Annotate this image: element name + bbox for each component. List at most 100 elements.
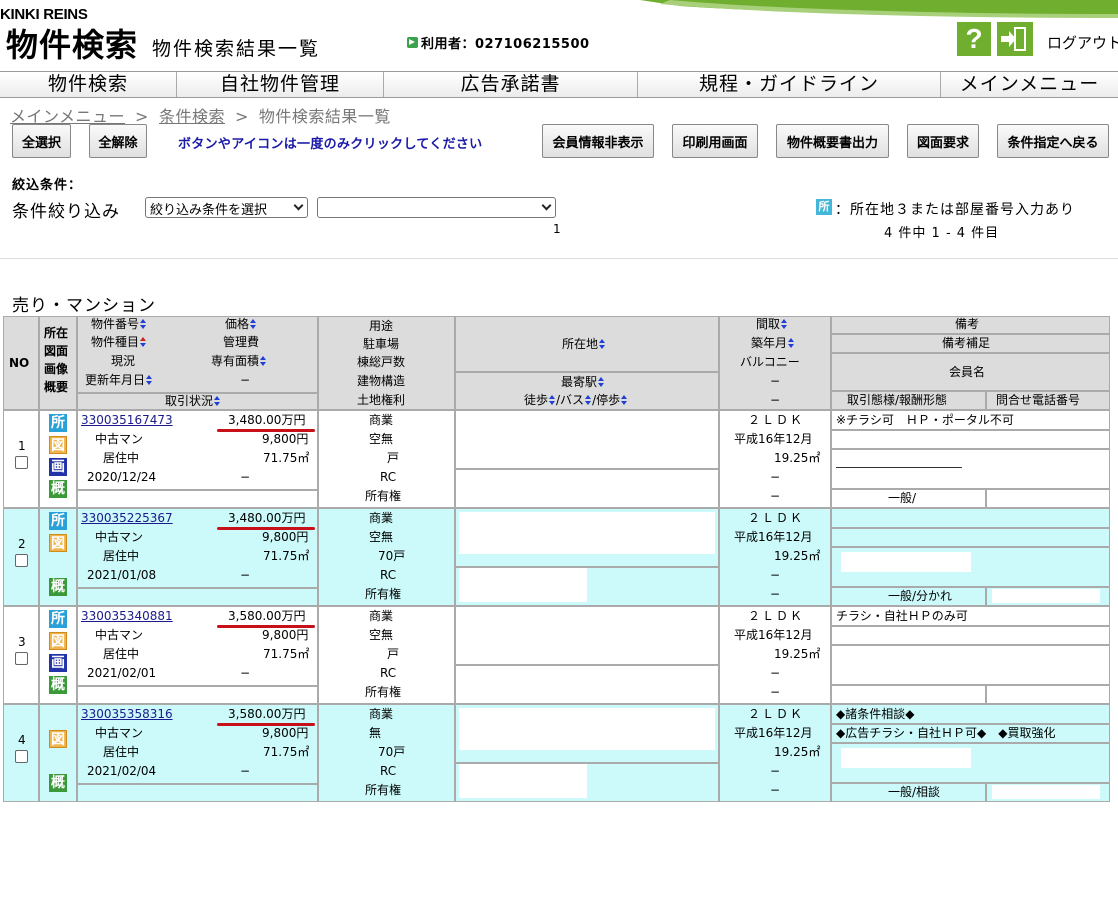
cell-transaction	[77, 588, 318, 606]
col-header-transaction-label[interactable]: 取引状況	[165, 393, 221, 409]
property-number-link[interactable]: 330035358316	[81, 706, 173, 722]
filter-value-select[interactable]	[317, 197, 556, 218]
sort-icon[interactable]	[146, 375, 153, 385]
built-date: 平成16年12月	[734, 628, 813, 642]
row-checkbox[interactable]	[15, 554, 28, 567]
result-count: 4 件中 1 - 4 件目	[884, 226, 1000, 241]
sort-icon[interactable]	[214, 396, 221, 406]
transaction-type: 一般/相談	[888, 785, 941, 799]
parking: 空無	[369, 432, 394, 446]
summary-icon[interactable]: 概	[49, 578, 67, 596]
col-header-no-label: NO	[9, 356, 30, 370]
col-header-layout[interactable]: 間取	[756, 316, 788, 332]
land-rights: 所有権	[365, 587, 402, 601]
col-header-address-label[interactable]: 所在地	[562, 336, 606, 352]
total-units: 戸	[387, 647, 400, 661]
sort-icon[interactable]	[260, 356, 267, 366]
col-header-walk[interactable]: 徒歩/バス/停歩	[524, 392, 628, 408]
sort-icon[interactable]	[781, 319, 788, 329]
building-use: 商業	[369, 511, 394, 525]
drawing-icon[interactable]: 図	[49, 436, 67, 454]
col-header-use: 用途	[369, 319, 394, 333]
col-header-remarks2-label: 備考補足	[942, 336, 991, 350]
phone-redacted	[992, 785, 1100, 799]
drawing-icon[interactable]: 図	[49, 730, 67, 748]
location-icon[interactable]: 所	[49, 414, 67, 432]
sort-icon[interactable]	[585, 395, 592, 405]
cell-phone	[986, 489, 1110, 508]
print-view-button[interactable]: 印刷用画面	[672, 124, 758, 158]
image-icon[interactable]: 画	[49, 654, 67, 672]
back-to-conditions-button[interactable]: 条件指定へ戻る	[997, 124, 1109, 158]
property-number-link[interactable]: 330035167473	[81, 412, 173, 428]
sort-icon[interactable]	[549, 395, 556, 405]
select-all-button[interactable]: 全選択	[12, 124, 71, 158]
col-header-station-label[interactable]: 最寄駅	[561, 374, 605, 390]
filter-condition-select[interactable]: 絞り込み条件を選択	[145, 197, 308, 218]
location-icon[interactable]: 所	[49, 610, 67, 628]
sort-icon[interactable]	[788, 338, 795, 348]
col-label: 間取	[756, 317, 781, 331]
col-header-icon-location: 所在	[44, 326, 69, 340]
dash-value: −	[240, 764, 251, 778]
floor-area: 71.75㎡	[263, 549, 310, 563]
sort-icon[interactable]	[140, 319, 147, 329]
sort-icon[interactable]	[621, 395, 628, 405]
summary-icon[interactable]: 概	[49, 480, 67, 498]
logout-link[interactable]: ログアウト	[1047, 32, 1118, 53]
dash-value: −	[770, 587, 781, 601]
hide-member-button[interactable]: 会員情報非表示	[542, 124, 654, 158]
col-header-built[interactable]: 築年月	[751, 335, 795, 351]
col-header-dash: −	[240, 373, 251, 387]
col-header-area[interactable]: 専有面積	[211, 353, 267, 369]
row-checkbox[interactable]	[15, 456, 28, 469]
row-number: 4	[18, 733, 26, 747]
user-info: 利用者：027106215500	[407, 33, 590, 52]
sort-icon[interactable]	[140, 337, 147, 347]
col-header-prop-no[interactable]: 物件番号	[91, 316, 147, 332]
management-fee: 9,800円	[262, 530, 309, 544]
address-redacted	[459, 708, 715, 750]
drawing-icon[interactable]: 図	[49, 632, 67, 650]
drawing-request-button[interactable]: 図面要求	[907, 124, 979, 158]
location-icon[interactable]: 所	[49, 512, 67, 530]
main-nav: 物件検索 自社物件管理 広告承諾書 規程・ガイドライン メインメニュー	[0, 71, 1118, 98]
nav-property-search[interactable]: 物件検索	[0, 72, 177, 97]
col-header-remarks-label: 備考	[955, 317, 980, 331]
page-title: 物件検索結果一覧	[152, 38, 321, 60]
sort-icon[interactable]	[598, 377, 605, 387]
summary-output-button[interactable]: 物件概要書出力	[776, 124, 889, 158]
clear-all-button[interactable]: 全解除	[89, 124, 147, 158]
cell-remark	[831, 508, 1110, 528]
dash-value: −	[770, 666, 781, 680]
col-header-price[interactable]: 価格	[225, 316, 257, 332]
summary-icon[interactable]: 概	[49, 676, 67, 694]
remark-supplement: ◆広告チラシ・自社ＨＰ可◆ ◆買取強化	[836, 726, 1056, 740]
summary-icon[interactable]: 概	[49, 774, 67, 792]
sort-icon[interactable]	[599, 339, 606, 349]
cell-phone	[986, 685, 1110, 704]
property-number-link[interactable]: 330035340881	[81, 608, 173, 624]
sort-icon[interactable]	[250, 319, 257, 329]
breadcrumb-condition-search[interactable]: 条件検索	[159, 107, 225, 126]
cell-transaction-type	[831, 685, 986, 704]
nav-own-property[interactable]: 自社物件管理	[177, 72, 384, 97]
nav-main-menu[interactable]: メインメニュー	[941, 72, 1118, 97]
image-icon[interactable]: 画	[49, 458, 67, 476]
drawing-icon[interactable]: 図	[49, 534, 67, 552]
col-header-phone-label: 問合せ電話番号	[996, 393, 1081, 407]
dash-value: −	[770, 783, 781, 797]
help-icon[interactable]: ?	[957, 22, 991, 56]
property-status: 居住中	[103, 647, 140, 661]
total-units: 戸	[387, 451, 400, 465]
row-checkbox[interactable]	[15, 652, 28, 665]
col-header-updated[interactable]: 更新年月日	[85, 372, 153, 388]
nav-guidelines[interactable]: 規程・ガイドライン	[638, 72, 941, 97]
page-number[interactable]: 1	[553, 222, 561, 236]
row-checkbox[interactable]	[15, 750, 28, 763]
floor-area: 71.75㎡	[263, 647, 310, 661]
logout-icon[interactable]	[997, 22, 1033, 56]
nav-ad-approval[interactable]: 広告承諾書	[384, 72, 638, 97]
col-header-prop-type[interactable]: 物件種目	[91, 334, 147, 350]
property-number-link[interactable]: 330035225367	[81, 510, 173, 526]
